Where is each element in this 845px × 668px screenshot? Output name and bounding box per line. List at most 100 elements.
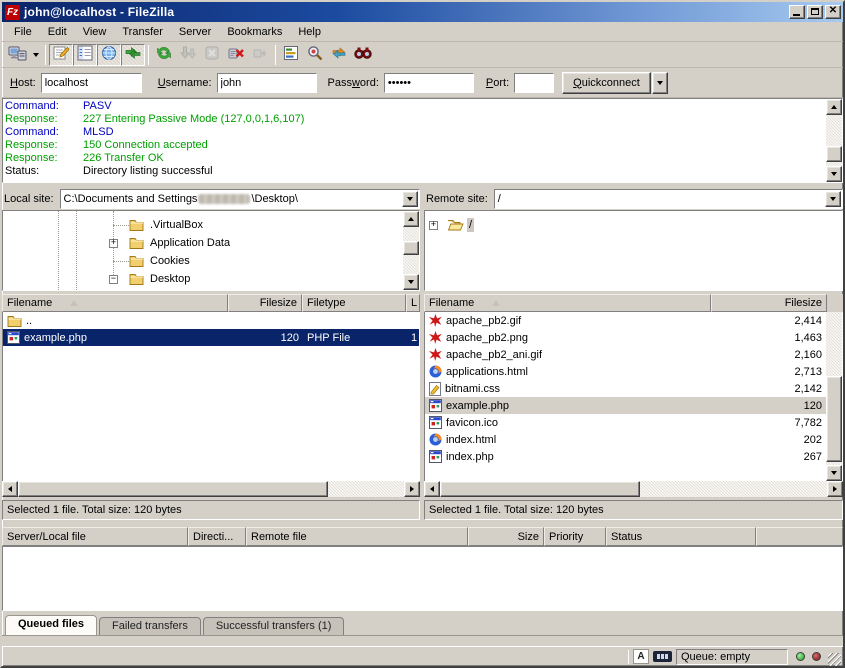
scroll-thumb[interactable] [826,146,842,162]
file-row[interactable]: bitnami.css2,142 [425,380,826,397]
column-header-filesize[interactable]: Filesize [711,294,827,312]
site-manager-button[interactable] [5,44,29,66]
scroll-right-icon[interactable] [827,481,843,497]
tree-item[interactable]: + / [425,216,826,234]
toggle-remote-tree-button[interactable] [97,44,121,66]
quickconnect-button[interactable]: Quickconnect [562,72,651,94]
process-queue-button [176,44,200,66]
scroll-thumb[interactable] [403,241,419,255]
menu-server[interactable]: Server [171,24,219,40]
password-input[interactable] [384,73,474,93]
refresh-file-lists-button[interactable] [152,44,176,66]
menu-help[interactable]: Help [290,24,329,40]
menu-view[interactable]: View [75,24,115,40]
file-row[interactable]: apache_pb2.gif2,414 [425,312,826,329]
port-input[interactable] [514,73,554,93]
file-row[interactable]: .. [3,312,419,329]
tab-successful-transfers-[interactable]: Successful transfers (1) [203,617,345,635]
remote-hscrollbar[interactable] [424,481,843,497]
synchronized-browsing-button[interactable] [327,44,351,66]
tree-expander-plus[interactable]: + [109,239,118,248]
username-input[interactable] [217,73,317,93]
column-header-filename[interactable]: Filename [2,294,228,312]
scroll-down-icon[interactable] [826,166,842,182]
file-row[interactable]: applications.html2,713 [425,363,826,380]
local-hscrollbar[interactable] [2,481,420,497]
log-entry: Status:Directory listing successful [5,165,824,178]
column-header-filetype[interactable]: Filetype [302,294,406,312]
toggle-local-tree-button[interactable] [73,44,97,66]
scroll-down-icon[interactable] [403,274,419,290]
directory-comparison-button[interactable] [303,44,327,66]
remote-path-dropdown[interactable] [825,191,841,207]
queue-column-status[interactable]: Status [606,527,756,546]
tab-queued-files[interactable]: Queued files [5,615,97,635]
scroll-left-icon[interactable] [424,481,440,497]
queue-column-server-local-file[interactable]: Server/Local file [2,527,188,546]
queue-column-remote-file[interactable]: Remote file [246,527,468,546]
queue-column-size[interactable]: Size [468,527,544,546]
tree-item[interactable]: −Desktop [3,270,403,288]
transfer-type-icon[interactable]: A [633,649,649,664]
filename-filters-button[interactable] [279,44,303,66]
file-row[interactable]: example.php120 [425,397,826,414]
minimize-button[interactable] [789,5,805,19]
queue-column-priority[interactable]: Priority [544,527,606,546]
file-size-text: 120 [281,332,299,344]
close-button[interactable]: ✕ [825,5,841,19]
tree-expander-minus[interactable]: − [109,275,118,284]
local-path-combo[interactable]: C:\Documents and Settings\Desktop\ [60,189,420,209]
queue-column-directi-[interactable]: Directi... [188,527,246,546]
scroll-up-icon[interactable] [403,211,419,227]
file-row[interactable]: apache_pb2_ani.gif2,160 [425,346,826,363]
resize-grip[interactable] [828,653,841,666]
queue-column-blank[interactable] [756,527,843,546]
log-entry-type: Command: [5,126,83,139]
scroll-right-icon[interactable] [404,481,420,497]
file-row[interactable]: index.php267 [425,448,826,465]
speed-limits-icon[interactable] [653,651,672,662]
tree-item[interactable]: Cookies [3,252,403,270]
scroll-thumb[interactable] [18,481,328,497]
menu-file[interactable]: File [6,24,40,40]
tree-item[interactable]: .VirtualBox [3,216,403,234]
file-row[interactable]: favicon.ico7,782 [425,414,826,431]
queue-size-panel: Queue: empty [676,649,788,665]
log-scrollbar[interactable] [826,99,842,182]
quickconnect-dropdown[interactable] [652,72,668,94]
menu-transfer[interactable]: Transfer [114,24,171,40]
log-entry: Response:226 Transfer OK [5,152,824,165]
scroll-thumb[interactable] [440,481,640,497]
scroll-left-icon[interactable] [2,481,18,497]
host-input[interactable] [41,73,142,93]
file-row[interactable]: index.html202 [425,431,826,448]
site-manager-dropdown[interactable] [29,44,42,66]
maximize-button[interactable] [807,5,823,19]
local-path-dropdown[interactable] [402,191,418,207]
menu-bookmarks[interactable]: Bookmarks [219,24,290,40]
file-row[interactable]: apache_pb2.png1,463 [425,329,826,346]
remote-path-combo[interactable]: / [494,189,843,209]
toggle-transfer-queue-button[interactable] [121,44,145,66]
column-header-l[interactable]: L [406,294,420,312]
file-row[interactable]: example.php120PHP File1 [3,329,419,346]
remote-list-scrollbar[interactable] [826,312,842,481]
scroll-down-icon[interactable] [826,465,842,481]
local-list-header: FilenameFilesizeFiletypeL [2,294,420,312]
file-name-text: example.php [24,332,87,344]
file-modified-text: 1 [411,332,417,344]
tree-item[interactable]: +Application Data [3,234,403,252]
column-header-filename[interactable]: Filename [424,294,711,312]
minimize-icon [793,14,800,16]
column-header-filesize[interactable]: Filesize [228,294,302,312]
tree-expander-plus[interactable]: + [429,221,438,230]
toggle-message-log-button[interactable] [49,44,73,66]
tab-failed-transfers[interactable]: Failed transfers [99,617,201,635]
menu-edit[interactable]: Edit [40,24,75,40]
menu-bar: FileEditViewTransferServerBookmarksHelp [2,22,843,42]
local-tree-scrollbar[interactable] [403,211,419,290]
disconnect-button[interactable] [224,44,248,66]
scroll-thumb[interactable] [826,376,842,462]
scroll-up-icon[interactable] [826,99,842,115]
find-files-button[interactable] [351,44,375,66]
